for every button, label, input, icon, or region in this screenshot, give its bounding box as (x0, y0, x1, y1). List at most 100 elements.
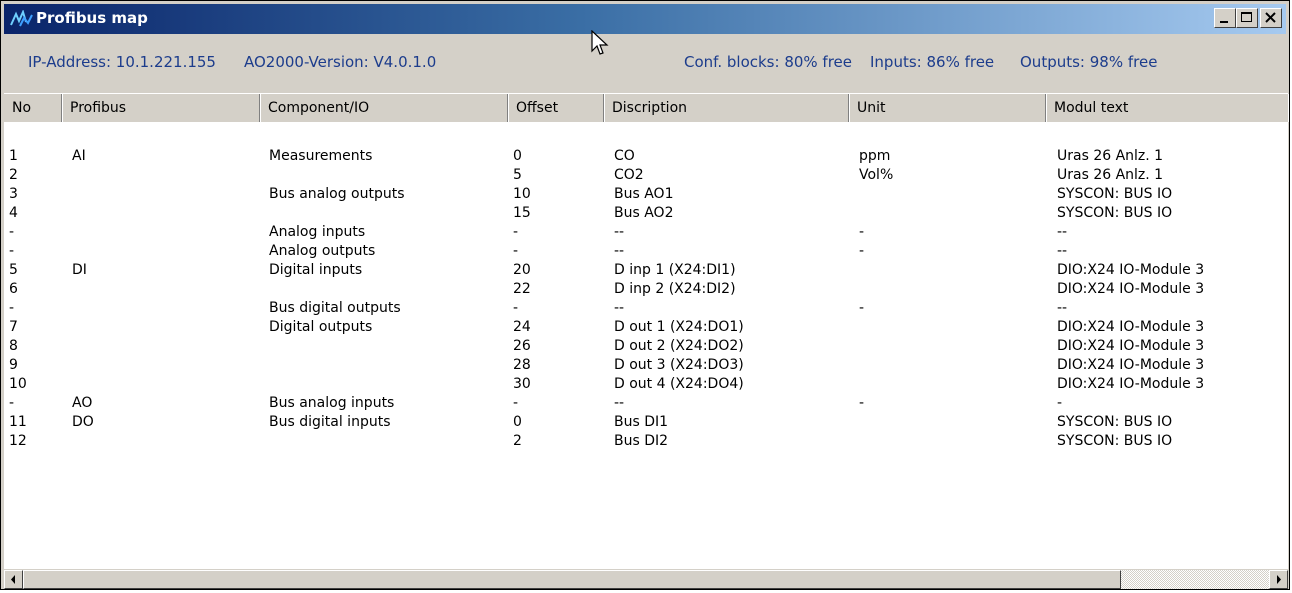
minimize-icon (1220, 21, 1228, 23)
cell-no: 5 (9, 262, 18, 278)
inputs-status: Inputs: 86% free (870, 53, 995, 71)
cell-offset: 22 (513, 281, 531, 297)
cell-modul-text: Uras 26 Anlz. 1 (1057, 148, 1164, 164)
maximize-button[interactable] (1236, 8, 1258, 28)
cell-discription: Bus DI1 (614, 414, 669, 430)
cell-discription: Bus DI2 (614, 433, 669, 449)
table-row[interactable]: 1 AI Measurements 0 CO ppm Uras 26 Anlz. 1 (4, 146, 1288, 166)
table-row[interactable]: 5 DI Digital inputs 20 D inp 1 (X24:DI1) DIO:… (4, 260, 1288, 280)
cell-discription: D out 1 (X24:DO1) (614, 319, 744, 335)
table-row[interactable]: 2 5 CO2 Vol% Uras 26 Anlz. 1 (4, 165, 1288, 185)
table-row[interactable]: - Analog outputs - -- - -- (4, 241, 1288, 261)
close-icon (1265, 12, 1276, 23)
profibus-app-icon (10, 10, 33, 27)
table-row[interactable]: - Bus digital outputs - -- - -- (4, 298, 1288, 318)
cell-component-io: Analog outputs (269, 243, 376, 259)
cell-unit: ppm (859, 148, 891, 164)
cell-offset: 26 (513, 338, 531, 354)
cell-offset: 24 (513, 319, 531, 335)
cell-no: 1 (9, 148, 18, 164)
title-bar[interactable]: Profibus map (4, 4, 1286, 34)
cell-unit: - (859, 300, 865, 316)
cell-discription: -- (614, 224, 625, 240)
cell-modul-text: DIO:X24 IO-Module 3 (1057, 338, 1205, 354)
cell-discription: -- (614, 300, 625, 316)
cell-component-io: Measurements (269, 148, 373, 164)
cell-modul-text: - (1057, 395, 1063, 411)
cell-no: 6 (9, 281, 18, 297)
cell-modul-text: DIO:X24 IO-Module 3 (1057, 262, 1205, 278)
maximize-icon (1241, 12, 1252, 22)
column-header-no[interactable]: No (4, 94, 62, 122)
table-row[interactable]: 7 Digital outputs 24 D out 1 (X24:DO1) DIO:X… (4, 317, 1288, 337)
cell-modul-text: SYSCON: BUS IO (1057, 433, 1173, 449)
cell-no: - (9, 224, 15, 240)
column-header-offset[interactable]: Offset (508, 94, 604, 122)
table-row[interactable]: 12 2 Bus DI2 SYSCON: BUS IO (4, 431, 1288, 451)
list-header: No Profibus Component/IO Offset Discript… (4, 93, 1288, 123)
cell-no: 9 (9, 357, 18, 373)
cell-discription: CO (614, 148, 635, 164)
cell-component-io: Digital inputs (269, 262, 363, 278)
column-header-profibus[interactable]: Profibus (62, 94, 260, 122)
minimize-button[interactable] (1214, 8, 1236, 28)
cell-discription: Bus AO1 (614, 186, 674, 202)
cell-discription: D inp 1 (X24:DI1) (614, 262, 736, 278)
conf-blocks-status: Conf. blocks: 80% free (684, 53, 853, 71)
cell-no: - (9, 300, 15, 316)
column-header-unit[interactable]: Unit (849, 94, 1046, 122)
horizontal-scrollbar[interactable] (4, 570, 1288, 589)
profibus-map-window: Profibus map IP-Address: 10.1.221.155 AO… (0, 0, 1290, 590)
mouse-cursor-icon (591, 30, 609, 55)
table-row[interactable]: 6 22 D inp 2 (X24:DI2) DIO:X24 IO-Module 3 (4, 279, 1288, 299)
cell-offset: 2 (513, 433, 522, 449)
cell-modul-text: DIO:X24 IO-Module 3 (1057, 319, 1205, 335)
cell-unit: - (859, 243, 865, 259)
cell-modul-text: SYSCON: BUS IO (1057, 186, 1173, 202)
cell-modul-text: -- (1057, 243, 1068, 259)
cell-profibus: DO (72, 414, 94, 430)
scroll-right-button[interactable] (1269, 570, 1288, 589)
cell-no: 8 (9, 338, 18, 354)
cell-offset: 5 (513, 167, 522, 183)
scroll-thumb[interactable] (23, 570, 1121, 589)
cell-offset: 30 (513, 376, 531, 392)
cell-discription: CO2 (614, 167, 644, 183)
arrow-right-icon (1277, 575, 1281, 584)
table-row[interactable]: 3 Bus analog outputs 10 Bus AO1 SYSCON: BUS … (4, 184, 1288, 204)
cell-offset: - (513, 395, 519, 411)
column-header-modul-text[interactable]: Modul text (1046, 94, 1288, 122)
cell-no: 4 (9, 205, 18, 221)
ip-address: IP-Address: 10.1.221.155 (28, 53, 216, 71)
cell-discription: D out 2 (X24:DO2) (614, 338, 744, 354)
outputs-status: Outputs: 98% free (1020, 53, 1158, 71)
profibus-map-list[interactable]: 1 AI Measurements 0 CO ppm Uras 26 Anlz. 1 2 5 CO… (4, 122, 1288, 569)
scroll-track[interactable] (1121, 570, 1269, 589)
cell-modul-text: SYSCON: BUS IO (1057, 414, 1173, 430)
table-row[interactable]: 11 DO Bus digital inputs 0 Bus DI1 SYSCON: BU… (4, 412, 1288, 432)
cell-offset: 0 (513, 148, 522, 164)
table-row[interactable]: 8 26 D out 2 (X24:DO2) DIO:X24 IO-Module 3 (4, 336, 1288, 356)
cell-unit: - (859, 224, 865, 240)
cell-modul-text: DIO:X24 IO-Module 3 (1057, 281, 1205, 297)
column-header-component-io[interactable]: Component/IO (260, 94, 508, 122)
cell-modul-text: -- (1057, 224, 1068, 240)
cell-profibus: DI (72, 262, 87, 278)
scroll-left-button[interactable] (4, 570, 23, 589)
table-row[interactable]: 9 28 D out 3 (X24:DO3) DIO:X24 IO-Module 3 (4, 355, 1288, 375)
cell-discription: -- (614, 243, 625, 259)
cell-profibus: AI (72, 148, 86, 164)
cell-no: 10 (9, 376, 27, 392)
table-row[interactable]: - Analog inputs - -- - -- (4, 222, 1288, 242)
cell-offset: - (513, 300, 519, 316)
table-row[interactable]: 10 30 D out 4 (X24:DO4) DIO:X24 IO-Module 3 (4, 374, 1288, 394)
table-row[interactable]: - AO Bus analog inputs - -- - - (4, 393, 1288, 413)
column-header-discription[interactable]: Discription (604, 94, 849, 122)
close-button[interactable] (1260, 8, 1282, 28)
cell-no: 11 (9, 414, 27, 430)
cell-discription: Bus AO2 (614, 205, 674, 221)
cell-component-io: Digital outputs (269, 319, 373, 335)
cell-modul-text: -- (1057, 300, 1068, 316)
table-row[interactable]: 4 15 Bus AO2 SYSCON: BUS IO (4, 203, 1288, 223)
cell-discription: D out 4 (X24:DO4) (614, 376, 744, 392)
